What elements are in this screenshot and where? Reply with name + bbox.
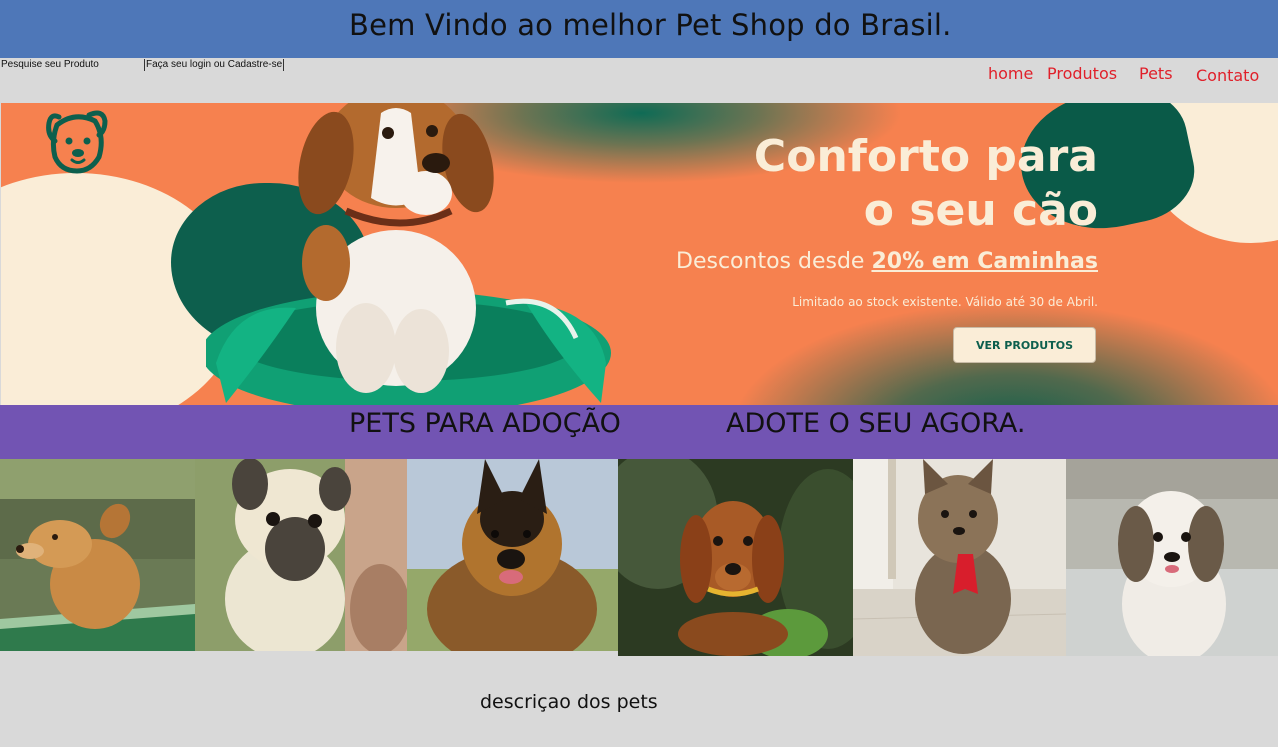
nav-link-home[interactable]: home [988, 64, 1033, 83]
hero-subline: Descontos desde 20% em Caminhas [676, 249, 1098, 274]
search-label[interactable]: Pesquise seu Produto [1, 59, 99, 70]
pet-card-5[interactable] [853, 459, 1066, 656]
dog-logo-icon [46, 110, 108, 174]
dog-photo-yorkshire [853, 459, 1066, 656]
adoption-bar: PETS PARA ADOÇÃO ADOTE O SEU AGORA. [0, 405, 1278, 459]
nav-link-pets[interactable]: Pets [1139, 64, 1173, 83]
header-banner: Bem Vindo ao melhor Pet Shop do Brasil. [0, 0, 1278, 58]
hero-subline-prefix: Descontos desde [676, 249, 872, 274]
pet-card-4[interactable] [618, 459, 853, 656]
beagle-bed-image [206, 103, 611, 405]
dog-photo-dachshund [618, 459, 853, 656]
pet-card-3[interactable] [407, 459, 618, 651]
dog-photo-shih-tzu [1066, 459, 1278, 656]
hero-headline-1: Conforto para [753, 131, 1098, 182]
pet-card-2[interactable] [195, 459, 407, 651]
pet-card-1[interactable] [0, 459, 195, 651]
page-title: Bem Vindo ao melhor Pet Shop do Brasil. [349, 8, 952, 42]
adoption-cta: ADOTE O SEU AGORA. [726, 408, 1026, 439]
pet-card-6[interactable] [1066, 459, 1278, 656]
hero-headline-2: o seu cão [863, 185, 1098, 236]
nav-link-produtos[interactable]: Produtos [1047, 64, 1117, 83]
nav-link-contato[interactable]: Contato [1196, 66, 1259, 85]
adoption-heading: PETS PARA ADOÇÃO [349, 408, 621, 439]
dog-photo-mixed-breed [0, 459, 195, 651]
dog-photo-pug [195, 459, 407, 651]
hero-banner[interactable]: Conforto para o seu cão Descontos desde … [1, 103, 1278, 405]
pets-description: descriçao dos pets [480, 691, 658, 713]
hero-note: Limitado ao stock existente. Válido até … [792, 295, 1098, 309]
login-link[interactable]: Faça seu login ou Cadastre-se [144, 59, 285, 71]
nav-bar: Pesquise seu Produto Faça seu login ou C… [0, 58, 1278, 103]
hero-subline-highlight: 20% em Caminhas [871, 249, 1098, 274]
ver-produtos-button[interactable]: VER PRODUTOS [953, 327, 1096, 363]
dog-photo-german-shepherd [407, 459, 618, 651]
